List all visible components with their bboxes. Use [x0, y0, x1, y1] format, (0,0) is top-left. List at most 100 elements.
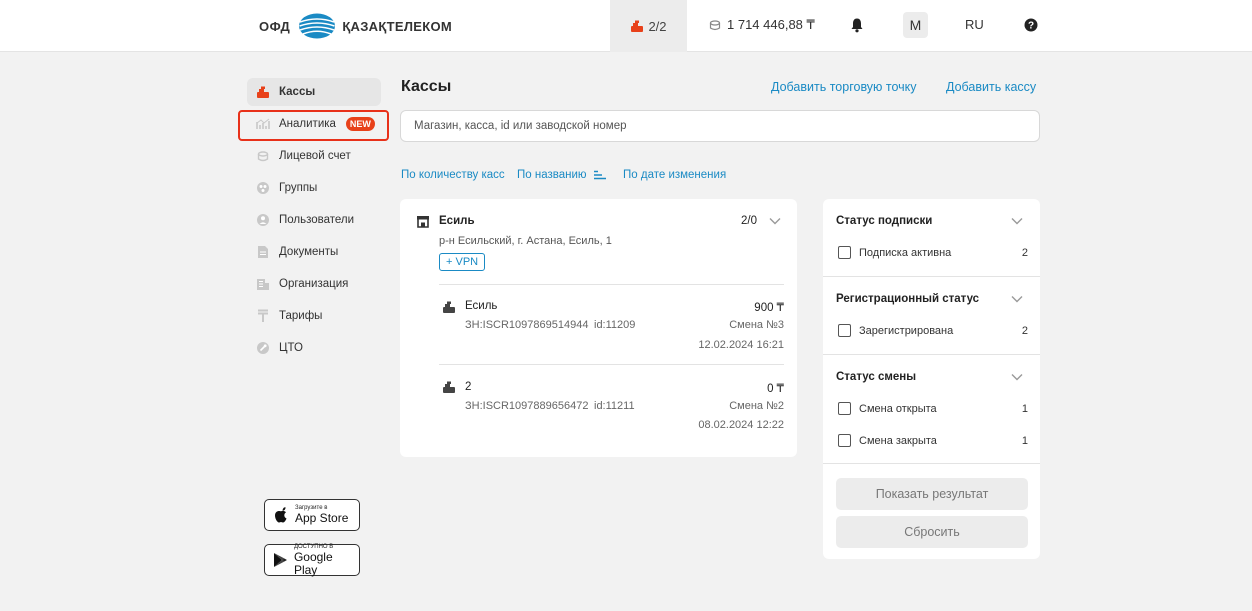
sort-by-count-label: По количеству касс [401, 169, 505, 181]
coins-icon [709, 19, 721, 30]
checkbox[interactable] [838, 324, 851, 337]
store-address: р-н Есильский, г. Астана, Есиль, 1 [439, 235, 612, 247]
chevron-down-icon[interactable] [1011, 217, 1023, 225]
divider [439, 364, 784, 365]
sidebar-item-cto[interactable]: ЦТО [247, 334, 381, 362]
divider [823, 463, 1040, 464]
filters-panel: Статус подписки Подписка активна 2 Регис… [823, 199, 1040, 559]
filter-registration-title[interactable]: Регистрационный статус [836, 293, 979, 305]
sort-by-count[interactable]: По количеству касс [401, 169, 505, 181]
google-play-button[interactable]: ДОСТУПНО В Google Play [264, 544, 360, 576]
kassa-serial: ЗН:ISCR1097889656472 [465, 400, 589, 412]
chevron-down-icon[interactable] [1011, 295, 1023, 303]
balance-value: 1 714 446,88 ₸ [727, 17, 815, 32]
user-avatar-button[interactable]: M [903, 12, 928, 38]
kassa-id: id:11209 [594, 319, 636, 331]
filter-option-count: 1 [1021, 434, 1028, 447]
app-store-big-text: App Store [295, 511, 349, 525]
sidebar-item-label: Лицевой счет [279, 150, 351, 162]
filter-option[interactable]: Зарегистрирована 2 [838, 324, 1028, 337]
sort-by-name-label: По названию [517, 169, 587, 181]
filter-subscription-title[interactable]: Статус подписки [836, 215, 932, 227]
apple-icon [275, 507, 287, 523]
help-icon: ? [1024, 18, 1038, 32]
tariff-icon [256, 309, 270, 323]
kassa-date: 12.02.2024 16:21 [698, 339, 784, 351]
svg-text:?: ? [1028, 21, 1034, 32]
globe-logo-icon [299, 13, 336, 39]
cash-register-icon [443, 301, 455, 313]
chevron-down-icon[interactable] [1011, 373, 1023, 381]
sidebar-item-label: Организация [279, 278, 349, 290]
add-point-link[interactable]: Добавить торговую точку [771, 80, 917, 94]
store-card: Есиль р-н Есильский, г. Астана, Есиль, 1… [400, 199, 797, 457]
sidebar-item-groups[interactable]: Группы [247, 174, 381, 202]
kassy-count: 2/2 [648, 18, 667, 34]
kassa-date: 08.02.2024 12:22 [698, 419, 784, 431]
filter-option-label: Смена закрыта [859, 434, 937, 447]
add-kassa-link[interactable]: Добавить кассу [946, 80, 1036, 94]
checkbox[interactable] [838, 246, 851, 259]
sidebar-item-label: ЦТО [279, 342, 303, 354]
divider [823, 354, 1040, 355]
kassa-serial: ЗН:ISCR1097869514944 [465, 319, 589, 331]
sidebar-item-label: Кассы [279, 86, 316, 98]
kassa-shift: Смена №2 [729, 400, 784, 412]
sidebar-item-label: Пользователи [279, 214, 355, 226]
search-input[interactable] [400, 110, 1040, 142]
kassa-amount: 900 ₸ [754, 302, 784, 314]
sidebar-item-organization[interactable]: Организация [247, 270, 381, 298]
language-switch[interactable]: RU [965, 17, 984, 32]
sidebar-item-kassy[interactable]: Кассы [247, 78, 381, 106]
filter-option-count: 1 [1021, 402, 1028, 415]
store-kassy-count: 2/0 [741, 215, 757, 227]
notifications-button[interactable] [850, 17, 864, 36]
logo-ofd-text: ОФД [259, 18, 291, 34]
sidebar-item-label: Группы [279, 182, 318, 194]
logo[interactable]: ОФД ҚАЗАҚТЕЛЕКОМ [259, 12, 452, 40]
top-header: ОФД ҚАЗАҚТЕЛЕКОМ 2/2 1 714 446,88 ₸ M RU… [0, 0, 1252, 52]
app-store-button[interactable]: Загрузите в App Store [264, 499, 360, 531]
divider [439, 284, 784, 285]
filter-option[interactable]: Смена закрыта 1 [838, 434, 1028, 447]
cash-register-icon [443, 381, 455, 393]
sidebar-item-documents[interactable]: Документы [247, 238, 381, 266]
checkbox[interactable] [838, 434, 851, 447]
vpn-tag[interactable]: + VPN [439, 253, 486, 271]
checkbox[interactable] [838, 402, 851, 415]
header-kassy-counter[interactable]: 2/2 [610, 0, 687, 52]
kassa-shift: Смена №3 [729, 319, 784, 331]
coins-icon [256, 149, 270, 163]
bell-icon [851, 18, 863, 33]
filter-option[interactable]: Подписка активна 2 [838, 246, 1028, 259]
divider [823, 276, 1040, 277]
kassa-name: 2 [465, 381, 472, 393]
sidebar-item-tariffs[interactable]: Тарифы [247, 302, 381, 330]
building-icon [256, 277, 270, 291]
filter-shift-title[interactable]: Статус смены [836, 371, 916, 383]
chevron-down-icon[interactable] [769, 217, 781, 225]
help-button[interactable]: ? [1024, 18, 1038, 35]
sidebar-item-account[interactable]: Лицевой счет [247, 142, 381, 170]
sort-by-name[interactable]: По названию [517, 169, 607, 181]
sort-by-date[interactable]: По дате изменения [623, 169, 726, 181]
user-icon [256, 213, 270, 227]
filter-option-count: 2 [1021, 324, 1028, 337]
filter-option-label: Зарегистрирована [859, 324, 954, 337]
sidebar-item-label: Тарифы [279, 310, 323, 322]
kassa-id: id:11211 [594, 400, 635, 412]
google-play-icon [273, 553, 287, 567]
document-icon [256, 245, 270, 259]
store-icon [417, 216, 429, 228]
reset-button[interactable]: Сбросить [836, 516, 1028, 548]
filter-option[interactable]: Смена открыта 1 [838, 402, 1028, 415]
sidebar-item-label: Документы [279, 246, 339, 258]
page-title: Кассы [401, 78, 452, 95]
filter-option-label: Смена открыта [859, 402, 937, 415]
store-name[interactable]: Есиль [439, 215, 475, 227]
header-balance[interactable]: 1 714 446,88 ₸ [708, 17, 815, 33]
show-result-button[interactable]: Показать результат [836, 478, 1028, 510]
sort-lines-icon [593, 170, 606, 180]
filter-option-label: Подписка активна [859, 246, 952, 259]
sidebar-item-users[interactable]: Пользователи [247, 206, 381, 234]
